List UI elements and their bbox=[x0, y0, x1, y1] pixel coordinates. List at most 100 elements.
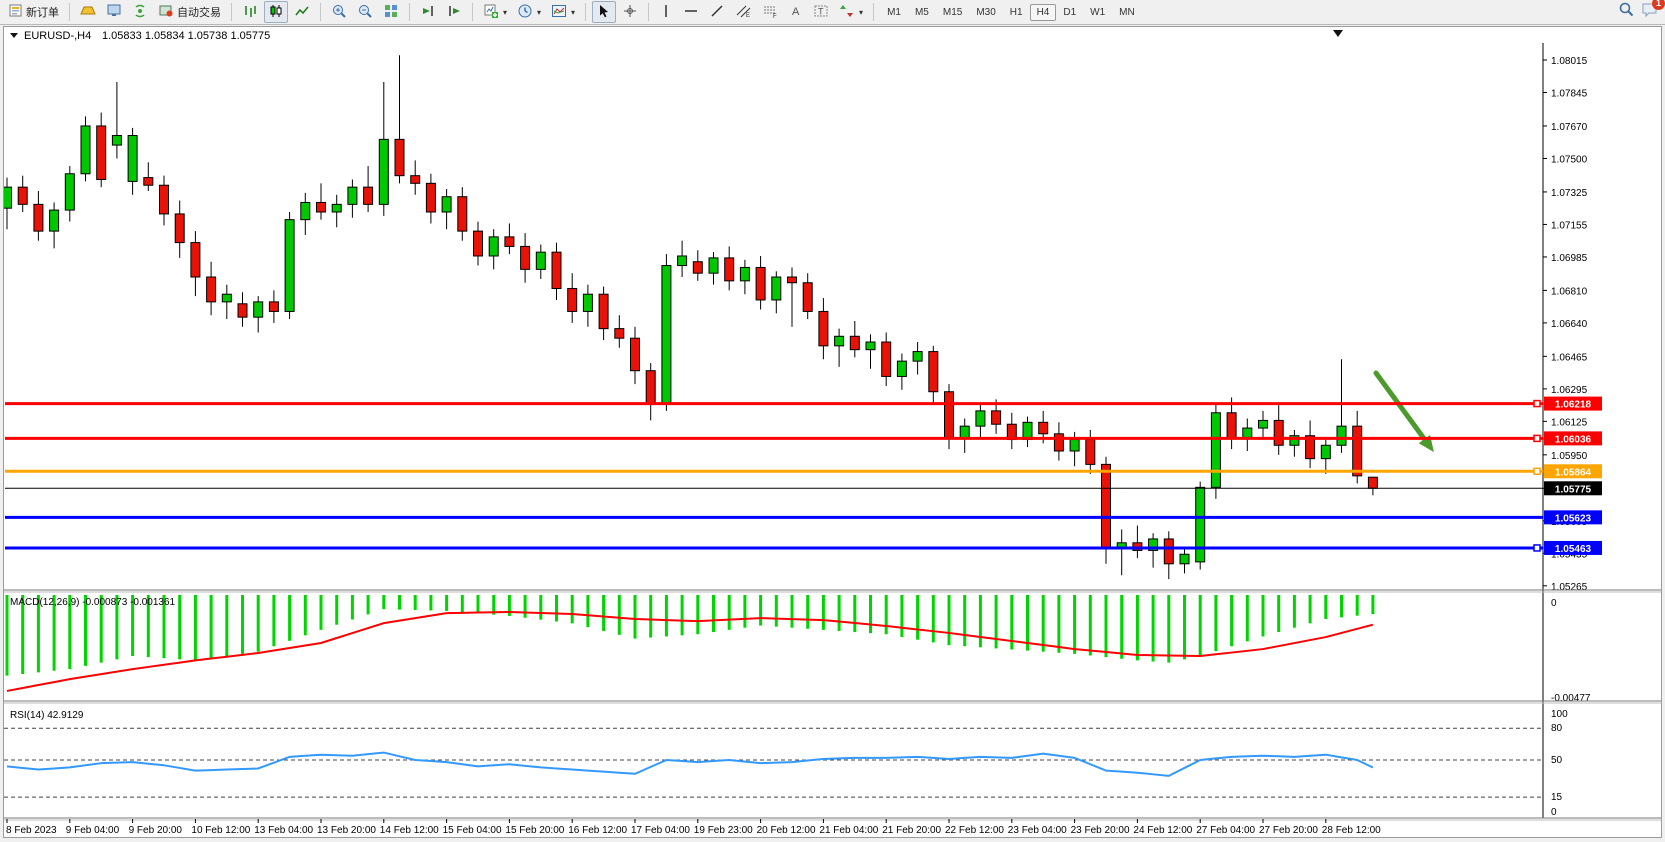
periods-button[interactable]: ▾ bbox=[513, 1, 545, 23]
candle-bearish bbox=[269, 302, 278, 312]
auto-scroll-button[interactable] bbox=[416, 1, 440, 23]
new-order-button[interactable]: 新订单 bbox=[4, 1, 63, 23]
timeframe-m30-button[interactable]: M30 bbox=[969, 4, 1002, 21]
chart-title: EURUSD-,H41.05833 1.05834 1.05738 1.0577… bbox=[10, 30, 270, 42]
svg-text:T: T bbox=[818, 6, 824, 16]
market-watch-button[interactable] bbox=[102, 1, 126, 23]
chevron-down-icon: ▾ bbox=[859, 8, 863, 17]
candlestick-chart-button[interactable] bbox=[264, 1, 288, 23]
gold-button[interactable] bbox=[76, 1, 100, 23]
signals-button[interactable] bbox=[128, 1, 152, 23]
chart-shift-marker[interactable] bbox=[1333, 30, 1343, 37]
candle-bullish bbox=[379, 139, 388, 204]
candle-bearish bbox=[1274, 420, 1283, 445]
rsi-axis-label: 100 bbox=[1551, 709, 1568, 720]
search-icon[interactable] bbox=[1618, 1, 1635, 23]
crosshair-button[interactable] bbox=[618, 1, 642, 23]
timeframe-h4-button[interactable]: H4 bbox=[1030, 4, 1057, 21]
candle-bullish bbox=[254, 302, 263, 317]
candle-bearish bbox=[238, 304, 247, 317]
candle-bullish bbox=[1196, 487, 1205, 562]
trendline-button[interactable] bbox=[705, 1, 729, 23]
auto-trading-label: 自动交易 bbox=[177, 4, 221, 20]
timeframe-h1-button[interactable]: H1 bbox=[1003, 4, 1030, 21]
bar-chart-button[interactable] bbox=[238, 1, 262, 23]
zoom-in-button[interactable] bbox=[327, 1, 351, 23]
candle-bearish bbox=[882, 342, 891, 376]
candle-bearish bbox=[160, 185, 169, 214]
timeframe-m15-button[interactable]: M15 bbox=[936, 4, 969, 21]
notification-badge: 1 bbox=[1652, 0, 1665, 10]
templates-button[interactable]: ▾ bbox=[547, 1, 579, 23]
arrow-annotation[interactable] bbox=[1376, 373, 1434, 452]
price-tick-label: 1.06295 bbox=[1551, 385, 1588, 396]
crosshair-icon bbox=[622, 3, 638, 22]
candle-bullish bbox=[222, 294, 231, 302]
horizontal-line-button[interactable] bbox=[679, 1, 703, 23]
candle-bearish bbox=[1353, 426, 1362, 476]
time-tick-label: 23 Feb 04:00 bbox=[1008, 825, 1067, 836]
equidistant-channel-button[interactable]: E bbox=[731, 1, 756, 23]
price-tick-label: 1.07845 bbox=[1551, 89, 1588, 100]
timeframe-mn-button[interactable]: MN bbox=[1112, 4, 1142, 21]
price-tick-label: 1.06465 bbox=[1551, 352, 1588, 363]
line-chart-button[interactable] bbox=[290, 1, 314, 23]
time-axis[interactable]: 8 Feb 20239 Feb 04:009 Feb 20:0010 Feb 1… bbox=[6, 819, 1381, 836]
timeframe-m1-button[interactable]: M1 bbox=[880, 4, 908, 21]
svg-text:1.05864: 1.05864 bbox=[1555, 467, 1592, 478]
vertical-line-button[interactable] bbox=[655, 1, 677, 23]
candle-bearish bbox=[395, 139, 404, 175]
time-tick-label: 21 Feb 20:00 bbox=[882, 825, 941, 836]
candle-bearish bbox=[207, 277, 216, 302]
zoom-in-icon bbox=[331, 3, 347, 22]
rsi-pane: RSI(14) 42.91291008050150 bbox=[4, 709, 1568, 818]
hline-anchor[interactable] bbox=[1534, 468, 1540, 474]
candle-bearish bbox=[819, 311, 828, 345]
hline-anchor[interactable] bbox=[1534, 435, 1540, 441]
new-order-icon bbox=[8, 3, 23, 21]
chart-shift-button[interactable] bbox=[442, 1, 466, 23]
candle-bearish bbox=[568, 288, 577, 311]
macd-pane: MACD(12,26,9) -0.000873 -0.0013610-0.004… bbox=[7, 595, 1591, 704]
text-button[interactable]: A bbox=[785, 1, 807, 23]
new-chart-button[interactable]: ▾ bbox=[479, 1, 511, 23]
trendline-icon bbox=[709, 3, 725, 22]
timeframe-m5-button[interactable]: M5 bbox=[908, 4, 936, 21]
price-tick-label: 1.06810 bbox=[1551, 286, 1588, 297]
candle-bearish bbox=[552, 252, 561, 288]
cursor-button[interactable] bbox=[592, 1, 616, 23]
svg-text:E: E bbox=[746, 13, 750, 19]
separator bbox=[320, 3, 321, 21]
chart-title-symbol: EURUSD-,H4 bbox=[24, 30, 91, 42]
price-tick-label: 1.07500 bbox=[1551, 154, 1588, 165]
candle-bearish bbox=[1164, 539, 1173, 564]
hline-anchor[interactable] bbox=[1534, 545, 1540, 551]
time-tick-label: 17 Feb 04:00 bbox=[631, 825, 690, 836]
fibonacci-button[interactable]: F bbox=[758, 1, 783, 23]
timeframe-w1-button[interactable]: W1 bbox=[1083, 4, 1112, 21]
auto-trading-button[interactable]: 自动交易 bbox=[154, 1, 225, 23]
symbol-dropdown-icon[interactable] bbox=[10, 33, 18, 38]
text-label-button[interactable]: T bbox=[809, 1, 833, 23]
svg-text:A: A bbox=[792, 6, 800, 18]
line-chart-icon bbox=[294, 3, 310, 22]
price-tag: 1.06218 bbox=[1544, 397, 1602, 411]
candle-bearish bbox=[1054, 434, 1063, 451]
candle-bullish bbox=[112, 136, 121, 146]
rsi-label: RSI(14) 42.9129 bbox=[10, 710, 84, 721]
price-tick-label: 1.05950 bbox=[1551, 451, 1588, 462]
timeframe-d1-button[interactable]: D1 bbox=[1056, 4, 1083, 21]
candle-bearish bbox=[725, 258, 734, 281]
candle-bearish bbox=[34, 204, 43, 231]
chart-shift-icon bbox=[446, 3, 462, 22]
tile-windows-button[interactable] bbox=[379, 1, 403, 23]
arrows-button[interactable]: ▾ bbox=[835, 1, 867, 23]
clock-icon bbox=[517, 3, 533, 22]
candle-bullish bbox=[285, 220, 294, 312]
zoom-out-button[interactable] bbox=[353, 1, 377, 23]
svg-text:1.05775: 1.05775 bbox=[1555, 484, 1592, 495]
hline-anchor[interactable] bbox=[1534, 401, 1540, 407]
rsi-axis-label: 80 bbox=[1551, 723, 1563, 734]
candle-bearish bbox=[18, 187, 27, 204]
notifications-button[interactable]: 1 bbox=[1641, 1, 1659, 23]
